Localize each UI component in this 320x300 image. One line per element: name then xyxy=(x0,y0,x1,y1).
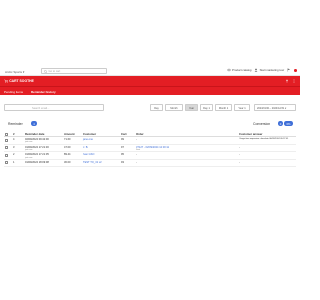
row-checkbox[interactable] xyxy=(5,153,8,157)
row-amount: 89.44 xyxy=(64,153,71,157)
header-customer-answer[interactable]: Customer answer xyxy=(239,132,262,136)
row-id: 2 xyxy=(13,153,15,157)
marketing-tour-label: Start marketing tour xyxy=(259,68,285,73)
reminder-section-header: Reminder 4 Conversion 0 0% xyxy=(8,121,296,127)
row-date: 01/09/2024 17:21:05 just now xyxy=(25,153,49,159)
period-year1-button[interactable]: Year 1 xyxy=(234,104,250,111)
period-day1-button[interactable]: Day 1 xyxy=(200,104,213,111)
table-row[interactable]: 4 02/09/2024 09:42:00 just now 71.60 jane… xyxy=(4,137,296,145)
row-answer: - xyxy=(239,153,240,157)
more-options-icon[interactable] xyxy=(292,79,296,83)
row-cart: 93 xyxy=(121,160,124,164)
notification-badge[interactable] xyxy=(294,68,297,72)
row-date: 02/09/2024 09:42:00 just now xyxy=(25,138,49,144)
period-month1-button[interactable]: Month 1 xyxy=(215,104,232,111)
select-all-checkbox[interactable] xyxy=(5,132,8,136)
tab-pending-items[interactable]: Pending items xyxy=(4,87,23,96)
row-checkbox[interactable] xyxy=(5,146,8,150)
header-reminder-date[interactable]: Reminder date xyxy=(25,132,44,136)
admin-topbar: Arctic Sports ▾ Go to cart Product catal… xyxy=(0,66,300,76)
header-amount[interactable]: Amount xyxy=(64,132,75,136)
row-order: - xyxy=(136,160,137,164)
conversion-title: Conversion xyxy=(253,122,271,126)
eye-icon xyxy=(227,69,231,72)
row-answer: - xyxy=(239,160,240,164)
row-id: 1 xyxy=(13,160,15,164)
period-month-button[interactable]: Month xyxy=(165,104,183,111)
header-order[interactable]: Order xyxy=(136,132,144,136)
row-date: 01/09/2024 18:09:08 xyxy=(25,160,49,164)
row-amount: 71.60 xyxy=(64,138,71,142)
header-cart[interactable]: Cart xyxy=(121,132,127,136)
table-row[interactable]: 1 01/09/2024 18:09:08 30.00 TEST TO_31 v… xyxy=(4,160,296,168)
filter-bar: Search email... Day Month Year Day 1 Mon… xyxy=(4,104,296,112)
search-placeholder: Go to cart xyxy=(48,70,61,74)
row-customer-link[interactable]: J. B. xyxy=(83,146,88,149)
product-catalog-label: Product catalog xyxy=(232,68,252,73)
row-cart: 95 xyxy=(121,153,124,157)
store-select[interactable]: Arctic Sports ▾ xyxy=(5,70,24,74)
user-icon xyxy=(255,68,258,72)
row-id: 4 xyxy=(13,138,15,142)
row-date: 01/09/2024 17:21:30 just now xyxy=(25,145,49,151)
app-header: CART SOOTHE xyxy=(0,76,300,86)
row-answer: I forgot two expensive chocolate 06/09/2… xyxy=(239,138,289,141)
header-id: # xyxy=(13,132,15,137)
row-amount: 30.00 xyxy=(64,160,71,164)
row-amount: 47.00 xyxy=(64,145,71,149)
table-row[interactable]: 2 01/09/2024 17:21:05 just now 89.44 Ivan… xyxy=(4,152,296,160)
app-tabs: Pending items Reminder history xyxy=(0,86,300,96)
period-year-button[interactable]: Year xyxy=(185,104,198,111)
period-day-button[interactable]: Day xyxy=(150,104,163,111)
pin-icon[interactable] xyxy=(285,78,289,83)
cart-icon xyxy=(4,79,8,83)
row-customer-link[interactable]: jane.one xyxy=(83,138,93,141)
marketing-tour-button[interactable]: Start marketing tour xyxy=(254,68,284,72)
reminder-table: # Reminder date Amount Customer Cart Ord… xyxy=(4,131,296,168)
row-order: - xyxy=(136,138,137,142)
date-range-picker[interactable]: 2024/01/01 - 2024/12/31 ▾ xyxy=(254,104,296,111)
product-catalog-button[interactable]: Product catalog xyxy=(227,68,252,73)
tab-reminder-history[interactable]: Reminder history xyxy=(31,87,56,96)
row-customer-link[interactable]: Ivan GSO xyxy=(83,153,94,156)
conversion-count-badge: 0 xyxy=(278,121,283,127)
row-cart: 99 xyxy=(121,138,124,142)
row-cart: 97 xyxy=(121,145,124,149)
app-logo: CART SOOTHE xyxy=(4,79,34,83)
table-row[interactable]: 3 01/09/2024 17:21:30 just now 47.00 J. B… xyxy=(4,145,296,153)
row-order: - xyxy=(136,153,137,157)
row-customer-link[interactable]: TEST TO_31 v2 xyxy=(83,161,102,164)
conversion-percent-badge: 0% xyxy=(284,121,293,126)
reminder-count-badge: 4 xyxy=(31,121,37,126)
row-answer: - xyxy=(239,145,240,149)
search-input[interactable]: Go to cart xyxy=(41,67,107,74)
row-checkbox[interactable] xyxy=(5,161,8,165)
email-search-input[interactable]: Search email... xyxy=(4,104,104,111)
reminder-title: Reminder xyxy=(8,122,23,126)
logo-text: CART SOOTHE xyxy=(9,79,34,84)
row-id: 3 xyxy=(13,145,15,149)
search-icon xyxy=(43,70,47,74)
header-customer[interactable]: Customer xyxy=(83,132,96,136)
row-checkbox[interactable] xyxy=(5,138,8,142)
flag-icon[interactable] xyxy=(287,68,291,72)
row-order-link[interactable]: 37127 - 02/09/2024 12:30:11 Sent xyxy=(136,146,169,151)
